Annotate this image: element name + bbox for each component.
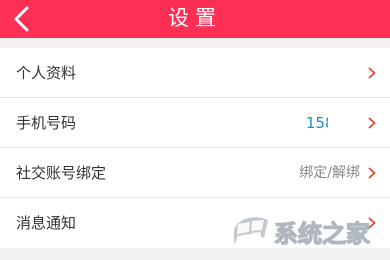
page-title: 设置 — [168, 6, 222, 30]
windows-logo-icon — [234, 217, 268, 244]
watermark-logo: 系统之家 — [228, 208, 384, 256]
settings-item-phone[interactable]: 手机号码 158* — [0, 98, 390, 148]
settings-item-social-binding[interactable]: 社交账号绑定 绑定/解绑 — [0, 148, 390, 198]
watermark-text: 系统之家 — [274, 220, 370, 248]
settings-item-profile[interactable]: 个人资料 — [0, 48, 390, 98]
header-bar: 设置 — [0, 0, 390, 38]
chevron-right-icon — [368, 167, 376, 179]
settings-item-label: 社交账号绑定 — [16, 164, 107, 182]
settings-screen: 设置 个人资料 手机号码 158* 社交账号绑定 绑定/解绑 消息通知 系统之家 — [0, 0, 390, 260]
binding-status-value: 绑定/解绑 — [299, 165, 360, 181]
settings-item-label: 手机号码 — [16, 114, 77, 132]
settings-item-label: 个人资料 — [16, 64, 77, 82]
chevron-right-icon — [368, 67, 376, 79]
redacted-area — [328, 110, 372, 134]
settings-item-label: 消息通知 — [16, 214, 77, 232]
chevron-right-icon — [368, 117, 376, 129]
